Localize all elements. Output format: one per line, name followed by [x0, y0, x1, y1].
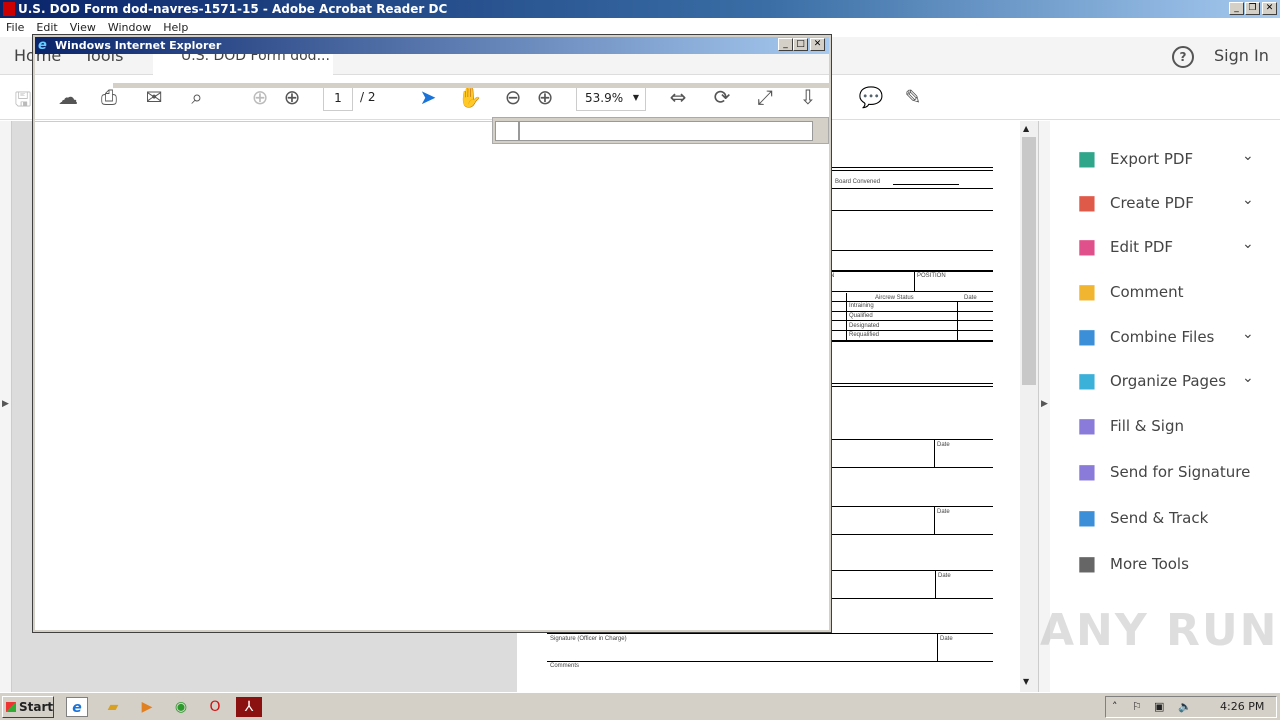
- status-qualified: Qualified: [849, 313, 873, 319]
- status-intraining: Intraining: [849, 303, 874, 309]
- taskbar-ie-icon[interactable]: e: [66, 697, 88, 717]
- highlight-pen-icon[interactable]: ✎: [900, 85, 926, 109]
- ie-window: Windows Internet Explorer e _ □ ✕: [32, 34, 832, 633]
- windows-logo-icon: [6, 702, 16, 712]
- vertical-scrollbar[interactable]: ▲ ▼: [1020, 121, 1038, 692]
- scroll-thumb[interactable]: [1022, 137, 1036, 385]
- tool-label: Edit PDF: [1110, 238, 1174, 256]
- flag-icon[interactable]: ⚐: [1132, 697, 1142, 717]
- export-pdf-icon: ■: [1077, 146, 1097, 170]
- signature-label: Signature (Officer in Charge): [550, 636, 627, 642]
- status-designated: Designated: [849, 323, 880, 329]
- chevron-down-icon[interactable]: ⌄: [1242, 326, 1254, 342]
- taskbar-media-player-icon[interactable]: ▶: [136, 697, 158, 717]
- scroll-down-icon[interactable]: ▼: [1023, 677, 1029, 686]
- date-label: Date: [937, 509, 950, 515]
- combine-files-icon: ■: [1077, 324, 1097, 348]
- menu-window[interactable]: Window: [108, 21, 151, 34]
- ie-icon-box: [495, 121, 519, 141]
- ie-title-bar: Windows Internet Explorer: [35, 37, 829, 54]
- scroll-up-icon[interactable]: ▲: [1023, 124, 1029, 133]
- status-requalified: Requalified: [849, 332, 880, 338]
- left-panel: ▶: [0, 121, 12, 692]
- tool-export-pdf[interactable]: ■ Export PDF ⌄: [1074, 146, 1274, 174]
- start-button[interactable]: Start: [2, 696, 54, 718]
- tool-label: Send & Track: [1110, 509, 1209, 527]
- ie-address-area: [492, 117, 829, 144]
- more-tools-icon: ■: [1077, 551, 1097, 575]
- restore-button[interactable]: ❐: [1245, 2, 1260, 15]
- create-pdf-icon: ■: [1077, 190, 1097, 214]
- acrobat-icon: [3, 2, 15, 16]
- tool-label: Combine Files: [1110, 328, 1215, 346]
- tool-label: Create PDF: [1110, 194, 1194, 212]
- ie-content: [35, 121, 829, 630]
- tool-organize-pages[interactable]: ■ Organize Pages ⌄: [1074, 368, 1274, 396]
- title-bar: U.S. DOD Form dod-navres-1571-15 - Adobe…: [0, 0, 1280, 18]
- tool-combine-files[interactable]: ■ Combine Files ⌄: [1074, 324, 1274, 352]
- chevron-down-icon[interactable]: ⌄: [1242, 236, 1254, 252]
- ie-ghost-bar: [113, 83, 829, 88]
- taskbar-chrome-icon[interactable]: ◉: [170, 697, 192, 717]
- tool-comment[interactable]: ■ Comment: [1074, 279, 1274, 307]
- chevron-down-icon[interactable]: ⌄: [1242, 148, 1254, 164]
- tray-expand-icon[interactable]: ˄: [1112, 697, 1118, 717]
- taskbar-explorer-icon[interactable]: ▰: [102, 697, 124, 717]
- comments-label: Comments: [550, 663, 580, 669]
- tool-label: Fill & Sign: [1110, 417, 1184, 435]
- anyrun-watermark: ANY RUN: [1040, 605, 1279, 656]
- minimize-button[interactable]: _: [1229, 2, 1244, 15]
- ie-close-button[interactable]: ✕: [810, 38, 825, 51]
- collapse-right-icon[interactable]: ▶: [1041, 399, 1048, 409]
- position-label: POSITION: [917, 273, 946, 279]
- help-icon[interactable]: ?: [1172, 46, 1194, 68]
- menu-view[interactable]: View: [70, 21, 96, 34]
- tool-edit-pdf[interactable]: ■ Edit PDF ⌄: [1074, 234, 1274, 262]
- ie-logo-icon: e: [38, 38, 47, 53]
- tool-label: Organize Pages: [1110, 372, 1227, 390]
- taskbar: Start e ▰ ▶ ◉ O ⅄ ˄ ⚐ ▣ 🔈 4:26 PM: [0, 692, 1280, 720]
- chevron-down-icon[interactable]: ⌄: [1242, 370, 1254, 386]
- comment-tool-icon[interactable]: 💬: [858, 85, 884, 109]
- edit-pdf-icon: ■: [1077, 234, 1097, 258]
- chevron-down-icon[interactable]: ⌄: [1242, 192, 1254, 208]
- expand-left-icon[interactable]: ▶: [2, 399, 9, 409]
- menu-help[interactable]: Help: [163, 21, 188, 34]
- tool-fill-sign[interactable]: ■ Fill & Sign: [1074, 413, 1274, 441]
- system-tray: ˄ ⚐ ▣ 🔈 4:26 PM: [1105, 696, 1277, 718]
- start-label: Start: [19, 700, 54, 714]
- date-label: Date: [940, 636, 953, 642]
- ie-address-input[interactable]: [519, 121, 813, 141]
- ie-minimize-button[interactable]: _: [778, 38, 793, 51]
- clock[interactable]: 4:26 PM: [1220, 697, 1264, 717]
- taskbar-acrobat-icon[interactable]: ⅄: [236, 697, 262, 717]
- send-signature-icon: ■: [1077, 459, 1097, 483]
- board-convened-label: Board Convened: [835, 179, 881, 185]
- taskbar-opera-icon[interactable]: O: [204, 697, 226, 717]
- volume-icon[interactable]: 🔈: [1178, 697, 1192, 717]
- comment-icon: ■: [1077, 279, 1097, 303]
- send-track-icon: ■: [1077, 505, 1097, 529]
- menu-edit[interactable]: Edit: [36, 21, 57, 34]
- tool-label: Send for Signature: [1110, 463, 1251, 481]
- tool-more-tools[interactable]: ■ More Tools: [1074, 551, 1274, 579]
- close-button[interactable]: ✕: [1262, 2, 1277, 15]
- tool-send-track[interactable]: ■ Send & Track: [1074, 505, 1274, 533]
- window-title: U.S. DOD Form dod-navres-1571-15 - Adobe…: [18, 2, 448, 16]
- organize-pages-icon: ■: [1077, 368, 1097, 392]
- date-label: Date: [937, 442, 950, 448]
- fill-sign-icon: ■: [1077, 413, 1097, 437]
- sign-in-link[interactable]: Sign In: [1214, 37, 1269, 75]
- network-icon[interactable]: ▣: [1154, 697, 1164, 717]
- date-label: Date: [938, 573, 951, 579]
- tool-label: Export PDF: [1110, 150, 1194, 168]
- menu-file[interactable]: File: [6, 21, 24, 34]
- tool-create-pdf[interactable]: ■ Create PDF ⌄: [1074, 190, 1274, 218]
- ie-maximize-button[interactable]: □: [793, 38, 808, 51]
- tool-label: Comment: [1110, 283, 1184, 301]
- tool-send-signature[interactable]: ■ Send for Signature: [1074, 459, 1274, 487]
- ie-title: Windows Internet Explorer: [55, 39, 222, 52]
- tool-label: More Tools: [1110, 555, 1189, 573]
